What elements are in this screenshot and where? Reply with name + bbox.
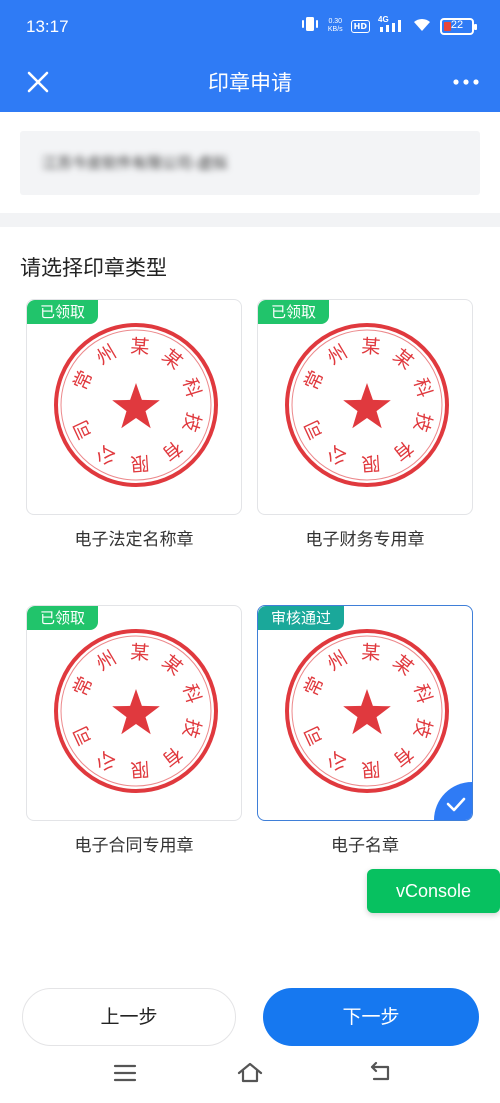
vibrate-icon: [300, 16, 320, 36]
seal-card-legal-name[interactable]: 常州某某科技有限公司 已领取 电子法定名称章: [26, 299, 242, 550]
seal-graphic: 常州某某科技有限公司: [54, 323, 218, 487]
svg-text:科: 科: [409, 375, 436, 400]
seal-graphic: 常州某某科技有限公司: [285, 323, 449, 487]
svg-text:某: 某: [389, 651, 418, 680]
seal-graphic: 常州某某科技有限公司: [54, 629, 218, 793]
svg-text:限: 限: [130, 451, 150, 474]
net-speed: 0.30 KB/s: [328, 18, 343, 34]
company-name: 江苏今皮软件有限公司-虚拟: [42, 154, 228, 172]
svg-text:某: 某: [130, 641, 150, 664]
svg-text:有: 有: [158, 742, 187, 771]
svg-text:某: 某: [389, 345, 418, 374]
seal-label: 电子合同专用章: [74, 836, 194, 856]
seal-image-frame: 常州某某科技有限公司 已领取: [257, 299, 473, 515]
page-title: 印章申请: [208, 71, 292, 95]
svg-text:有: 有: [389, 742, 418, 771]
svg-text:限: 限: [130, 757, 150, 780]
svg-text:州: 州: [324, 341, 352, 370]
svg-text:限: 限: [361, 757, 381, 780]
more-icon: [453, 79, 479, 85]
svg-text:某: 某: [361, 335, 381, 358]
svg-text:技: 技: [178, 410, 205, 435]
back-nav-button[interactable]: [368, 1060, 394, 1086]
battery-level: 22: [450, 18, 464, 31]
seal-stamp: 常州某某科技有限公司: [49, 318, 223, 492]
svg-text:有: 有: [389, 436, 418, 465]
menu-icon: [113, 1064, 137, 1082]
svg-text:常: 常: [300, 673, 328, 700]
network-type: 4G: [378, 15, 389, 24]
home-nav-button[interactable]: [237, 1060, 263, 1086]
svg-text:科: 科: [178, 375, 205, 400]
signal-icon: 4G: [378, 15, 404, 37]
battery-icon: 22: [440, 17, 477, 35]
hd-badge: HD: [350, 19, 370, 33]
status-bar: 13:17 0.30 KB/s HD 4G 22: [0, 0, 500, 52]
svg-text:公: 公: [324, 747, 352, 776]
system-nav-bar: [0, 1046, 500, 1103]
home-icon: [237, 1062, 263, 1083]
svg-text:常: 常: [300, 367, 328, 394]
next-step-button[interactable]: 下一步: [263, 988, 479, 1046]
back-icon: [370, 1061, 390, 1081]
seal-card-finance[interactable]: 常州某某科技有限公司 已领取 电子财务专用章: [257, 299, 473, 550]
svg-text:某: 某: [130, 335, 150, 358]
status-time: 13:17: [26, 17, 69, 36]
net-speed-value: 0.30: [328, 18, 343, 25]
seal-stamp: 常州某某科技有限公司: [280, 318, 454, 492]
net-speed-unit: KB/s: [327, 26, 343, 33]
seal-stamp: 常州某某科技有限公司: [280, 624, 454, 798]
seal-label: 电子法定名称章: [74, 530, 194, 550]
svg-text:州: 州: [93, 341, 121, 370]
svg-text:司: 司: [69, 722, 97, 749]
svg-text:技: 技: [178, 716, 205, 741]
svg-text:常: 常: [69, 673, 97, 700]
svg-text:公: 公: [93, 747, 121, 776]
svg-text:技: 技: [409, 410, 436, 435]
svg-text:州: 州: [93, 647, 121, 676]
seal-image-frame: 常州某某科技有限公司 审核通过: [257, 605, 473, 821]
svg-text:常: 常: [69, 367, 97, 394]
seal-card-personal-name[interactable]: 常州某某科技有限公司 审核通过 电子名章: [257, 605, 473, 856]
seal-card-contract[interactable]: 常州某某科技有限公司 已领取 电子合同专用章: [26, 605, 242, 856]
svg-text:有: 有: [158, 436, 187, 465]
check-icon: [446, 797, 466, 812]
seal-stamp: 常州某某科技有限公司: [49, 624, 223, 798]
seal-image-frame: 常州某某科技有限公司 已领取: [26, 605, 242, 821]
svg-text:某: 某: [361, 641, 381, 664]
seal-label: 电子财务专用章: [305, 530, 425, 550]
status-badge: 已领取: [27, 300, 99, 324]
more-button[interactable]: [450, 66, 482, 98]
section-divider: [0, 213, 500, 227]
svg-text:限: 限: [361, 451, 381, 474]
seal-graphic: 常州某某科技有限公司: [285, 629, 449, 793]
svg-text:某: 某: [158, 345, 187, 374]
vconsole-button[interactable]: vConsole: [367, 869, 500, 913]
svg-text:科: 科: [409, 681, 436, 706]
svg-text:某: 某: [158, 651, 187, 680]
company-card: 江苏今皮软件有限公司-虚拟: [20, 131, 480, 195]
svg-text:公: 公: [324, 441, 352, 470]
svg-text:州: 州: [324, 647, 352, 676]
svg-text:司: 司: [300, 722, 328, 749]
seal-image-frame: 常州某某科技有限公司 已领取: [26, 299, 242, 515]
svg-text:司: 司: [69, 416, 97, 443]
seal-label: 电子名章: [331, 836, 399, 856]
status-badge: 已领取: [258, 300, 330, 324]
prev-step-button[interactable]: 上一步: [22, 988, 236, 1046]
svg-text:司: 司: [300, 416, 328, 443]
svg-text:科: 科: [178, 681, 205, 706]
section-title: 请选择印章类型: [20, 256, 167, 280]
app-header: 印章申请: [0, 52, 500, 112]
svg-text:公: 公: [93, 441, 121, 470]
svg-text:技: 技: [409, 716, 436, 741]
menu-nav-button[interactable]: [112, 1060, 138, 1086]
wifi-icon: [412, 16, 432, 36]
status-badge: 已领取: [27, 606, 99, 630]
status-icons: 0.30 KB/s HD 4G 22: [300, 15, 477, 37]
status-badge: 审核通过: [258, 606, 345, 630]
